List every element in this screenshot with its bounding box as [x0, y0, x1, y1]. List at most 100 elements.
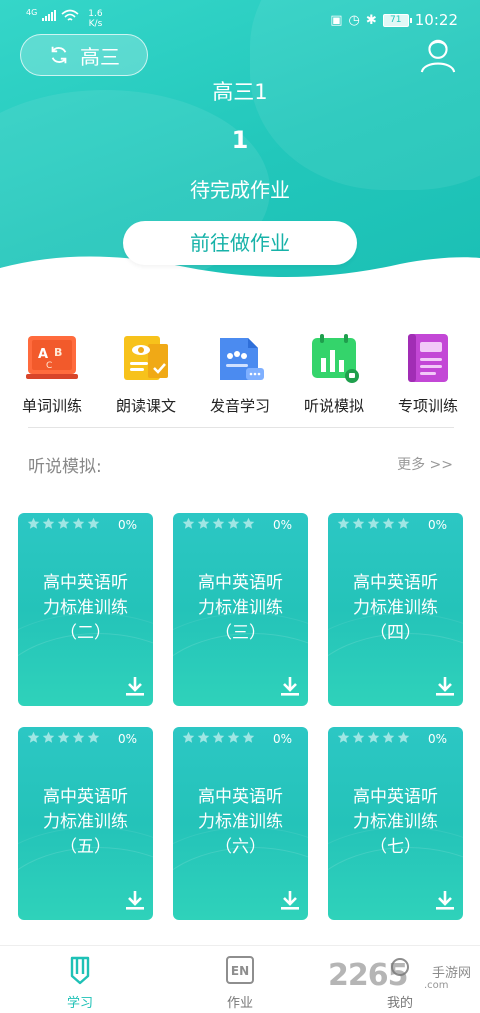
- homework-status-text: 待完成作业: [190, 178, 290, 202]
- star-icon: [57, 731, 70, 743]
- section-divider: [28, 427, 454, 428]
- signal-icon: [42, 9, 57, 21]
- star-icon: [87, 517, 100, 529]
- star-rating: [182, 517, 255, 530]
- download-icon[interactable]: [124, 889, 146, 911]
- grade-label: 高三: [80, 44, 120, 69]
- category-word-training[interactable]: A B C 单词训练: [5, 330, 99, 416]
- star-icon: [352, 731, 365, 743]
- tab-study[interactable]: 学习: [20, 946, 140, 1013]
- reading-book-icon: [124, 336, 168, 380]
- card-title-line: 力标准训练: [198, 598, 283, 618]
- download-icon[interactable]: [124, 675, 146, 697]
- course-card[interactable]: 0% 高中英语听力标准训练 （三）: [173, 513, 308, 706]
- star-icon: [42, 731, 55, 743]
- abc-board-icon: A B C: [26, 336, 78, 379]
- card-title-line: 高中英语听: [43, 787, 128, 807]
- card-progress: 0%: [427, 518, 447, 532]
- section-title: 听说模拟:: [28, 457, 102, 477]
- download-icon[interactable]: [434, 675, 456, 697]
- wifi-icon: [61, 9, 79, 21]
- clock: 10:22: [414, 11, 458, 29]
- tab-label: 学习: [66, 996, 93, 1011]
- category-read-text[interactable]: 朗读课文: [99, 330, 193, 416]
- category-label: 单词训练: [21, 397, 82, 415]
- status-bar: 4G 1.6 K/s ▣ ◷ ✱ 71 10:22: [0, 0, 480, 38]
- star-icon: [72, 517, 85, 529]
- star-icon: [367, 731, 380, 743]
- class-name: 高三1: [212, 80, 268, 104]
- card-title-line: 高中英语听: [353, 573, 438, 593]
- download-icon[interactable]: [434, 889, 456, 911]
- category-listening-mock[interactable]: 听说模拟: [287, 330, 381, 416]
- watermark-number: 2265: [328, 958, 408, 993]
- star-icon: [337, 731, 350, 743]
- card-progress: 0%: [272, 518, 292, 532]
- star-icon: [197, 731, 210, 743]
- star-rating: [182, 731, 255, 744]
- watermark-text: 手游网: [432, 966, 472, 981]
- star-rating: [27, 731, 100, 744]
- tab-homework[interactable]: EN 作业: [180, 946, 300, 1013]
- card-progress: 0%: [117, 732, 137, 746]
- star-icon: [382, 731, 395, 743]
- card-title-line: （二）: [60, 623, 111, 643]
- user-profile-icon[interactable]: [419, 36, 457, 74]
- card-title-line: （四）: [370, 623, 421, 643]
- star-rating: [27, 517, 100, 530]
- homework-count: 1: [231, 126, 249, 154]
- star-icon: [397, 731, 410, 743]
- download-icon[interactable]: [279, 889, 301, 911]
- net-speed: 1.6 K/s: [88, 9, 102, 29]
- card-title-line: 力标准训练: [353, 598, 438, 618]
- star-icon: [212, 517, 225, 529]
- star-icon: [27, 731, 40, 743]
- grade-switch-button[interactable]: 高三: [20, 34, 148, 76]
- course-card[interactable]: 0% 高中英语听 力标准训练 （七）: [328, 727, 463, 920]
- star-icon: [197, 517, 210, 529]
- card-title: 高中英语听力标准训练 （三）: [173, 571, 308, 646]
- net-speed-value: 1.6: [88, 9, 103, 19]
- star-icon: [212, 731, 225, 743]
- tab-label: 作业: [226, 996, 253, 1011]
- card-title-line: 高中英语听: [198, 573, 283, 593]
- special-book-icon: [408, 334, 448, 382]
- star-icon: [87, 731, 100, 743]
- more-link[interactable]: 更多 >>: [397, 454, 453, 474]
- star-rating: [337, 517, 410, 530]
- card-title-line: 高中英语听: [198, 787, 283, 807]
- download-icon[interactable]: [279, 675, 301, 697]
- go-homework-button[interactable]: 前往做作业: [123, 221, 357, 265]
- star-icon: [242, 517, 255, 529]
- category-label: 听说模拟: [303, 397, 364, 415]
- card-title-line: （五）: [60, 837, 111, 857]
- course-card[interactable]: 0% 高中英语听力标准训练 （四）: [328, 513, 463, 706]
- card-title-line: 力标准训练: [198, 812, 283, 832]
- course-card[interactable]: 0% 高中英语听 力标准训练 （二）: [18, 513, 153, 706]
- network-type: 4G: [26, 8, 38, 17]
- card-title: 高中英语听 力标准训练 （六）: [173, 785, 308, 860]
- star-icon: [242, 731, 255, 743]
- card-progress: 0%: [117, 518, 137, 532]
- star-icon: [72, 731, 85, 743]
- category-pronunciation[interactable]: 发音学习: [193, 330, 287, 416]
- bluetooth-icon: ✱: [365, 12, 377, 28]
- pronunciation-icon: [220, 338, 264, 380]
- card-title-line: （三）: [215, 623, 266, 643]
- svg-text:C: C: [46, 361, 52, 371]
- star-icon: [352, 517, 365, 529]
- card-title: 高中英语听 力标准训练 （五）: [18, 785, 153, 860]
- star-rating: [337, 731, 410, 744]
- course-card[interactable]: 0% 高中英语听 力标准训练 （六）: [173, 727, 308, 920]
- en-icon: EN: [226, 956, 254, 984]
- card-progress: 0%: [427, 732, 447, 746]
- card-title: 高中英语听 力标准训练 （二）: [18, 571, 153, 646]
- alarm-icon: ◷: [348, 12, 360, 28]
- card-title: 高中英语听 力标准训练 （七）: [328, 785, 463, 860]
- category-special-training[interactable]: 专项训练: [381, 330, 475, 416]
- star-icon: [57, 517, 70, 529]
- star-icon: [367, 517, 380, 529]
- listening-chart-icon: [312, 334, 359, 383]
- course-card[interactable]: 0% 高中英语听 力标准训练 （五）: [18, 727, 153, 920]
- category-label: 专项训练: [397, 397, 458, 415]
